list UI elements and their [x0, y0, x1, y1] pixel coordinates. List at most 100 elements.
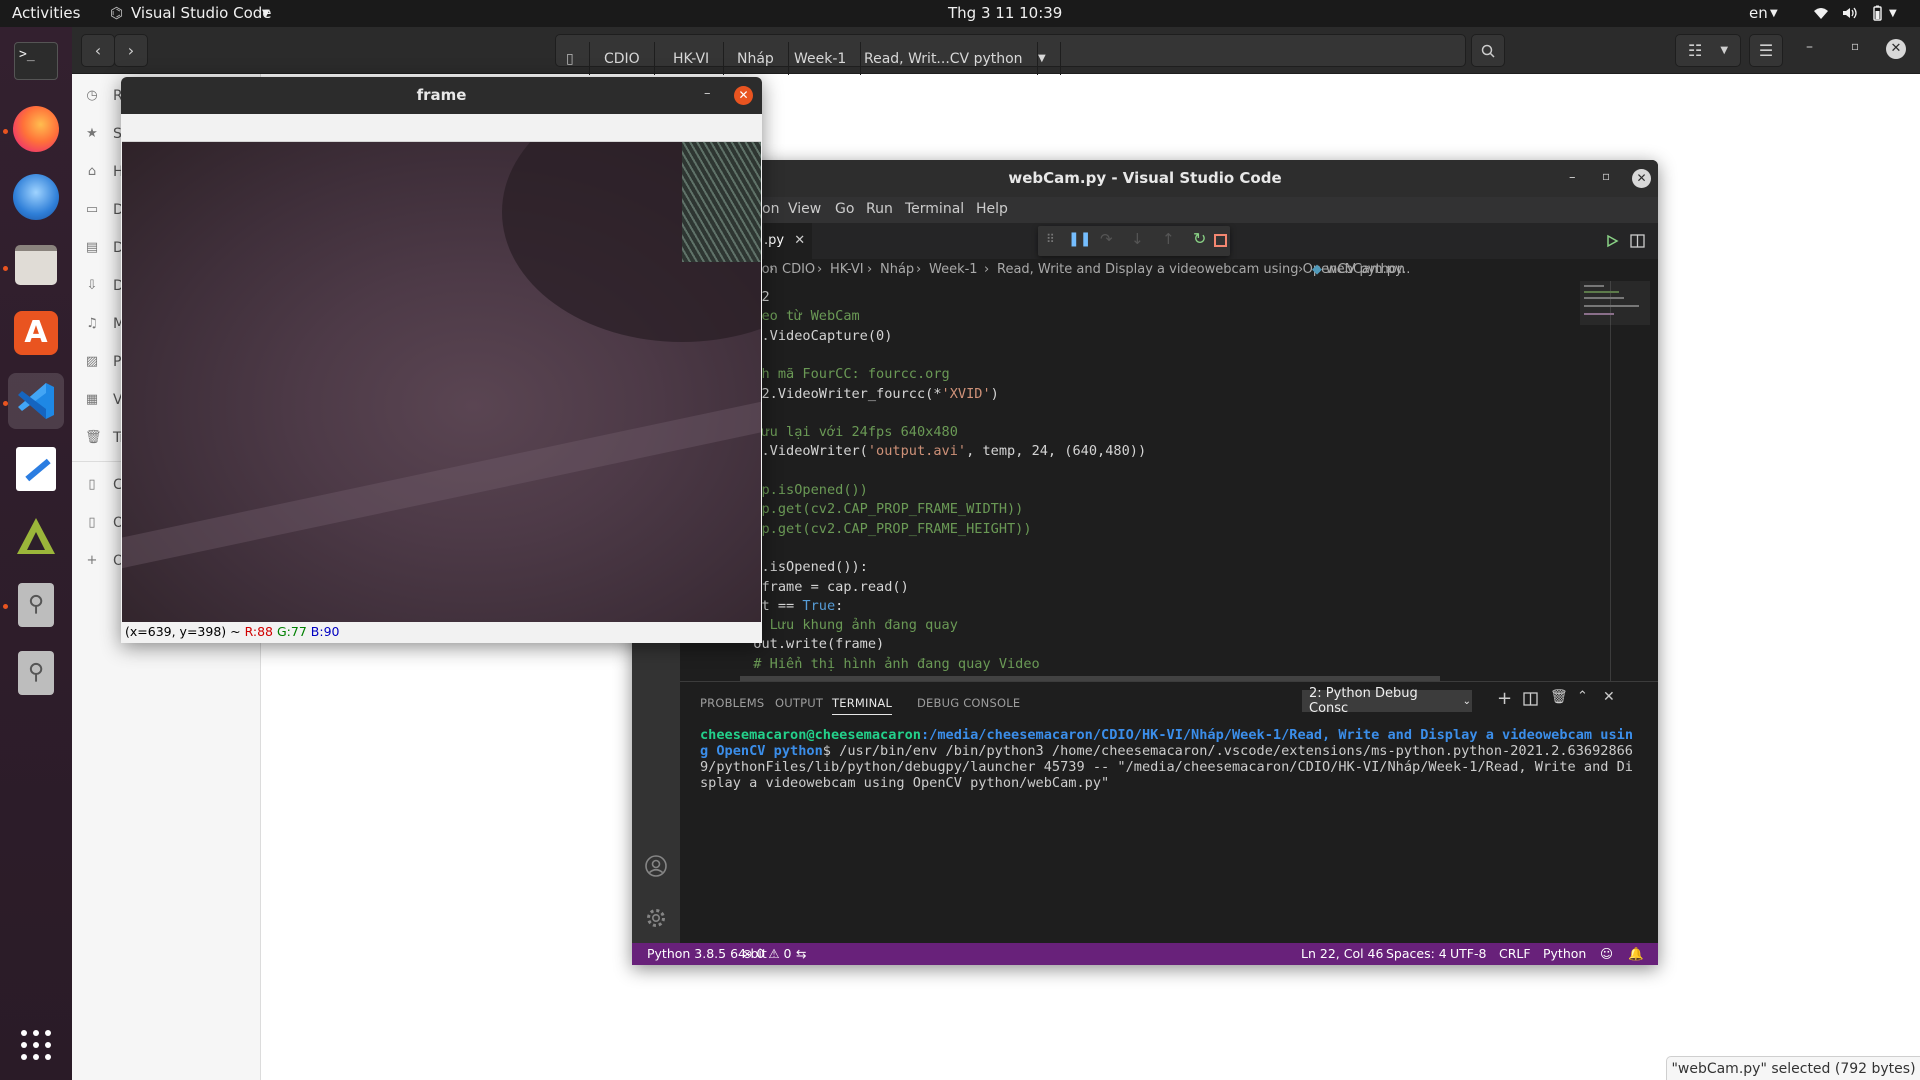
clock[interactable]: Thg 3 11 10:39	[948, 4, 1062, 22]
pixel-coords: (x=639, y=398) ~	[125, 624, 245, 639]
language-indicator[interactable]: en	[1749, 4, 1768, 22]
terminal-output[interactable]: cheesemacaron@cheesemacaron:/media/chees…	[700, 727, 1640, 791]
breadcrumb-separator: ›	[1298, 262, 1304, 277]
sidebar-item-pictures[interactable]: ▨ Pi	[85, 352, 125, 372]
menu-terminal[interactable]: Terminal	[905, 201, 964, 217]
volume-icon[interactable]	[1841, 5, 1857, 21]
menu-view[interactable]: View	[788, 201, 821, 217]
app-launcher-green[interactable]	[8, 509, 64, 565]
live-share-icon[interactable]: ⇆	[796, 946, 806, 961]
text-editor-launcher[interactable]	[8, 441, 64, 497]
stop-icon[interactable]	[1214, 234, 1227, 247]
menu-selection[interactable]: on	[762, 201, 779, 217]
minimap-line	[1584, 313, 1614, 315]
maximize-button[interactable]: ▫	[1851, 39, 1859, 53]
problems-count[interactable]: ⊗ 0 ⚠ 0	[742, 946, 792, 961]
path-segment-current[interactable]: Read, Writ...CV python	[850, 42, 1038, 75]
search-button[interactable]	[1471, 34, 1505, 67]
path-segment[interactable]: HK-VI	[659, 42, 725, 75]
tab-webcam-py[interactable]: .py ✕	[764, 223, 812, 259]
path-segment[interactable]: Nháp	[723, 42, 789, 75]
step-into-icon[interactable]: ↓	[1131, 230, 1144, 248]
tab-output[interactable]: OUTPUT	[775, 696, 823, 710]
menu-run[interactable]: Run	[866, 201, 893, 217]
view-options-button[interactable]: ☷ ▼	[1675, 34, 1741, 67]
back-button[interactable]: ‹	[81, 34, 115, 67]
sidebar-item-trash[interactable]: 🗑 Tr	[85, 428, 125, 448]
account-icon[interactable]	[644, 854, 668, 878]
feedback-icon[interactable]: ☺	[1600, 946, 1613, 961]
frame-minimize-button[interactable]: –	[704, 86, 711, 101]
minimap[interactable]	[1580, 281, 1650, 681]
kill-terminal-icon[interactable]: 🗑	[1550, 689, 1568, 705]
close-button[interactable]: ✕	[1886, 39, 1906, 59]
pause-icon[interactable]: ❚❚	[1068, 231, 1091, 247]
vscode-minimize-button[interactable]: –	[1569, 170, 1576, 185]
software-launcher[interactable]: A	[8, 305, 64, 361]
vscode-close-button[interactable]: ✕	[1632, 169, 1651, 188]
usb-drive-launcher-2[interactable]: ⚲	[8, 645, 64, 701]
restart-icon[interactable]: ↻	[1193, 229, 1206, 248]
webcam-frame-image[interactable]	[122, 142, 761, 622]
minimap-slider[interactable]	[1580, 281, 1650, 325]
battery-icon[interactable]	[1869, 5, 1885, 21]
show-applications-button[interactable]	[8, 1017, 64, 1073]
indentation[interactable]: Spaces: 4	[1386, 946, 1447, 961]
split-editor-icon[interactable]	[1630, 234, 1645, 248]
cursor-position[interactable]: Ln 22, Col 46	[1301, 946, 1383, 961]
path-dropdown-icon[interactable]: ▼	[1024, 42, 1061, 75]
menu-go[interactable]: Go	[835, 201, 854, 217]
settings-gear-icon[interactable]	[644, 906, 668, 930]
breadcrumb-item[interactable]: Nháp	[880, 262, 914, 277]
language-arrow-icon[interactable]: ▼	[1770, 8, 1778, 19]
system-menu-arrow-icon[interactable]: ▼	[1889, 8, 1897, 19]
tab-close-icon[interactable]: ✕	[794, 233, 805, 248]
menu-help[interactable]: Help	[976, 201, 1008, 217]
tab-debug-console[interactable]: DEBUG CONSOLE	[917, 696, 1020, 710]
breadcrumb-item[interactable]: Week-1	[929, 262, 978, 277]
breadcrumb-item[interactable]: ...	[1398, 262, 1410, 277]
vscode-maximize-button[interactable]: ▫	[1602, 169, 1610, 183]
breadcrumb-item[interactable]: CDIO	[782, 262, 815, 277]
tab-problems[interactable]: PROBLEMS	[700, 696, 764, 710]
run-icon[interactable]	[1605, 234, 1619, 248]
sidebar-item-videos[interactable]: ▦ Vi	[85, 390, 126, 410]
minimize-button[interactable]: –	[1806, 39, 1813, 55]
usb-drive-icon: ⚲	[18, 651, 54, 695]
new-terminal-icon[interactable]: +	[1497, 688, 1512, 709]
code-editor[interactable]: mport cv2 Bắt Video từ WebCamap = cv2.Vi…	[680, 281, 1658, 681]
code-line: ut = cv2.VideoWriter('output.avi', temp,…	[696, 443, 1147, 460]
software-icon: A	[14, 311, 58, 355]
activities-button[interactable]: Activities	[12, 4, 80, 22]
vscode-launcher[interactable]	[8, 373, 64, 429]
frame-close-button[interactable]: ✕	[734, 86, 753, 105]
terminal-launcher[interactable]: >_	[8, 33, 64, 89]
wifi-icon[interactable]	[1813, 5, 1829, 21]
drag-handle-icon[interactable]: ⠿	[1046, 232, 1055, 246]
language-mode[interactable]: Python	[1543, 946, 1586, 961]
step-out-icon[interactable]: ↑	[1162, 230, 1175, 248]
hamburger-menu-button[interactable]: ☰	[1749, 34, 1783, 67]
breadcrumb-separator: ›	[1386, 262, 1392, 277]
breadcrumb-item[interactable]: HK-VI	[830, 262, 864, 277]
step-over-icon[interactable]: ↷	[1100, 230, 1113, 248]
search-icon	[1481, 44, 1495, 58]
usb-drive-launcher-1[interactable]: ⚲	[8, 577, 64, 633]
end-of-line[interactable]: CRLF	[1499, 946, 1531, 961]
close-panel-icon[interactable]: ✕	[1603, 689, 1615, 705]
path-segment[interactable]: CDIO	[590, 42, 655, 75]
maximize-panel-icon[interactable]: ⌃	[1577, 689, 1588, 704]
split-terminal-icon[interactable]	[1523, 692, 1538, 706]
thunderbird-launcher[interactable]	[8, 169, 64, 225]
forward-button[interactable]: ›	[114, 34, 148, 67]
terminal-select[interactable]: 2: Python Debug Consc ⌄	[1302, 686, 1472, 716]
python-file-icon: ◆	[1312, 262, 1322, 277]
files-launcher[interactable]	[8, 237, 64, 293]
firefox-launcher[interactable]	[8, 101, 64, 157]
encoding[interactable]: UTF-8	[1450, 946, 1486, 961]
app-menu-arrow-icon[interactable]: ▼	[262, 8, 270, 19]
tab-terminal[interactable]: TERMINAL	[832, 696, 893, 715]
notifications-bell-icon[interactable]: 🔔	[1628, 946, 1644, 962]
app-menu[interactable]: Visual Studio Code	[131, 4, 272, 22]
drive-icon[interactable]: ▯	[556, 42, 590, 75]
